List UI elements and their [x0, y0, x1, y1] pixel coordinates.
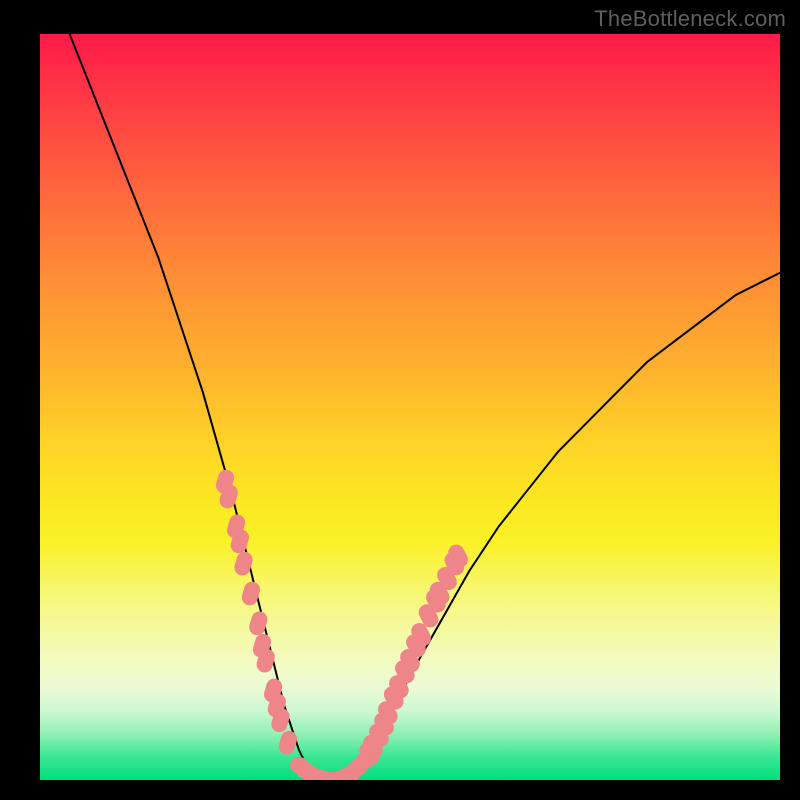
watermark-text: TheBottleneck.com — [594, 6, 786, 32]
data-marker — [277, 729, 299, 756]
bottleneck-curve — [40, 34, 780, 780]
chart-frame: TheBottleneck.com — [0, 0, 800, 800]
chart-plot-area — [40, 34, 780, 780]
curve-path — [70, 34, 780, 780]
